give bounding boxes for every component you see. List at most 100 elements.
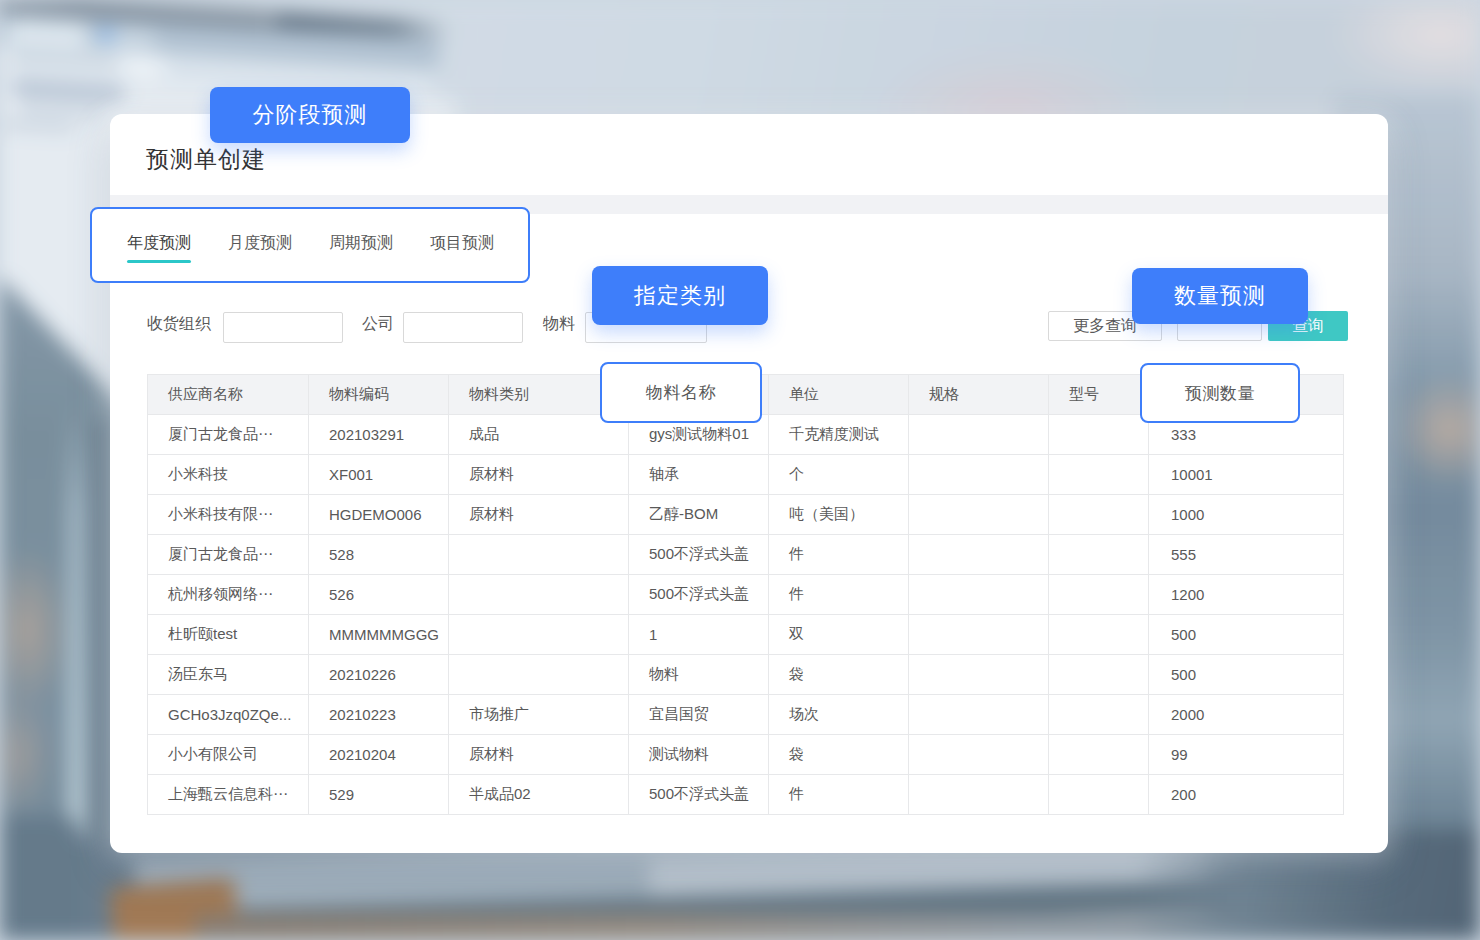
table-cell: 500不浮式头盖 (629, 535, 769, 575)
table-cell (1049, 735, 1149, 775)
column-header: 规格 (909, 375, 1049, 415)
table-cell (909, 735, 1049, 775)
table-cell: 20210223 (309, 695, 449, 735)
table-cell: MMMMMMGGG (309, 615, 449, 655)
table-cell (909, 775, 1049, 815)
table-cell (1049, 455, 1149, 495)
table-cell: 526 (309, 575, 449, 615)
table-cell: 袋 (769, 655, 909, 695)
table-cell (1049, 615, 1149, 655)
table-cell (1049, 575, 1149, 615)
table-cell: 1 (629, 615, 769, 655)
table-cell: 件 (769, 535, 909, 575)
table-cell: 吨（美国） (769, 495, 909, 535)
tab-monthly-forecast[interactable]: 月度预测 (228, 233, 292, 254)
table-cell (1049, 695, 1149, 735)
tabs-highlight-box: 年度预测 月度预测 周期预测 项目预测 (90, 207, 530, 283)
table-row[interactable]: 小小有限公司20210204原材料测试物料袋99 (148, 735, 1344, 775)
table-cell: 汤臣东马 (148, 655, 309, 695)
table-cell (909, 695, 1049, 735)
table-cell: HGDEMO006 (309, 495, 449, 535)
table-row[interactable]: 小米科技有限⋯HGDEMO006原材料乙醇-BOM吨（美国）1000 (148, 495, 1344, 535)
tab-project-forecast[interactable]: 项目预测 (430, 233, 494, 254)
table-cell (1049, 655, 1149, 695)
table-cell: 原材料 (449, 735, 629, 775)
table-cell: 件 (769, 775, 909, 815)
table-cell: 小米科技 (148, 455, 309, 495)
table-cell: 物料 (629, 655, 769, 695)
table-cell (1049, 495, 1149, 535)
table-cell: 529 (309, 775, 449, 815)
tab-bar: 年度预测 月度预测 周期预测 项目预测 (127, 233, 494, 254)
company-input[interactable] (403, 312, 523, 343)
column-header: 型号 (1049, 375, 1149, 415)
table-cell: 1200 (1149, 575, 1344, 615)
filter-label-company: 公司 (362, 314, 394, 335)
table-cell (449, 535, 629, 575)
table-row[interactable]: 汤臣东马20210226 物料袋 500 (148, 655, 1344, 695)
table-cell (909, 615, 1049, 655)
table-cell (909, 575, 1049, 615)
table-cell: XF001 (309, 455, 449, 495)
table-cell: 上海甄云信息科⋯ (148, 775, 309, 815)
table-cell: 场次 (769, 695, 909, 735)
table-cell: 原材料 (449, 495, 629, 535)
table-cell (449, 655, 629, 695)
table-cell: 厦门古龙食品⋯ (148, 415, 309, 455)
table-cell: 件 (769, 575, 909, 615)
table-cell (1049, 775, 1149, 815)
table-cell: 200 (1149, 775, 1344, 815)
tab-period-forecast[interactable]: 周期预测 (329, 233, 393, 254)
table-cell: 宜昌国贸 (629, 695, 769, 735)
table-cell: GCHo3Jzq0ZQe... (148, 695, 309, 735)
table-row[interactable]: 小米科技XF001原材料轴承个 10001 (148, 455, 1344, 495)
table-cell: 99 (1149, 735, 1344, 775)
table-cell: 555 (1149, 535, 1344, 575)
table-cell: 个 (769, 455, 909, 495)
table-cell (909, 495, 1049, 535)
table-cell (1049, 535, 1149, 575)
table-cell: 厦门古龙食品⋯ (148, 535, 309, 575)
forecast-table: 供应商名称物料编码物料类别物料名称单位规格型号预测数量 厦门古龙食品⋯20210… (147, 374, 1344, 815)
table-cell (449, 615, 629, 655)
table-cell (909, 655, 1049, 695)
table-cell: 原材料 (449, 455, 629, 495)
badge-specify-category: 指定类别 (592, 266, 768, 325)
table-cell (909, 455, 1049, 495)
table-cell: 202103291 (309, 415, 449, 455)
table-cell: 杭州移领网络⋯ (148, 575, 309, 615)
table-cell: 500 (1149, 655, 1344, 695)
table-cell: 乙醇-BOM (629, 495, 769, 535)
table-row[interactable]: 上海甄云信息科⋯529半成品02500不浮式头盖件 200 (148, 775, 1344, 815)
table-row[interactable]: GCHo3Jzq0ZQe...20210223市场推广宜昌国贸场次 2000 (148, 695, 1344, 735)
table-cell: 20210226 (309, 655, 449, 695)
table-cell: 市场推广 (449, 695, 629, 735)
table-cell (1049, 415, 1149, 455)
column-header: 物料编码 (309, 375, 449, 415)
table-cell: 半成品02 (449, 775, 629, 815)
table-cell: 2000 (1149, 695, 1344, 735)
column-header: 单位 (769, 375, 909, 415)
table-cell: 杜昕颐test (148, 615, 309, 655)
table-cell (909, 415, 1049, 455)
table-cell: 500不浮式头盖 (629, 775, 769, 815)
receiving-org-input[interactable] (223, 312, 343, 343)
table-cell (449, 575, 629, 615)
badge-phased-forecast: 分阶段预测 (210, 87, 410, 143)
table-cell: 10001 (1149, 455, 1344, 495)
table-cell: 1000 (1149, 495, 1344, 535)
tab-annual-forecast[interactable]: 年度预测 (127, 233, 191, 254)
filter-label-receiving-org: 收货组织 (147, 314, 211, 335)
table-cell: 500 (1149, 615, 1344, 655)
column-header: 供应商名称 (148, 375, 309, 415)
callout-forecast-qty: 预测数量 (1140, 363, 1300, 423)
table-row[interactable]: 杭州移领网络⋯526 500不浮式头盖件 1200 (148, 575, 1344, 615)
filter-label-material: 物料 (543, 314, 575, 335)
table-cell: 500不浮式头盖 (629, 575, 769, 615)
table-row[interactable]: 杜昕颐testMMMMMMGGG 1双 500 (148, 615, 1344, 655)
table-cell: 双 (769, 615, 909, 655)
table-row[interactable]: 厦门古龙食品⋯528 500不浮式头盖件 555 (148, 535, 1344, 575)
table-cell: 轴承 (629, 455, 769, 495)
badge-quantity-forecast: 数量预测 (1132, 268, 1308, 324)
table-cell: 528 (309, 535, 449, 575)
